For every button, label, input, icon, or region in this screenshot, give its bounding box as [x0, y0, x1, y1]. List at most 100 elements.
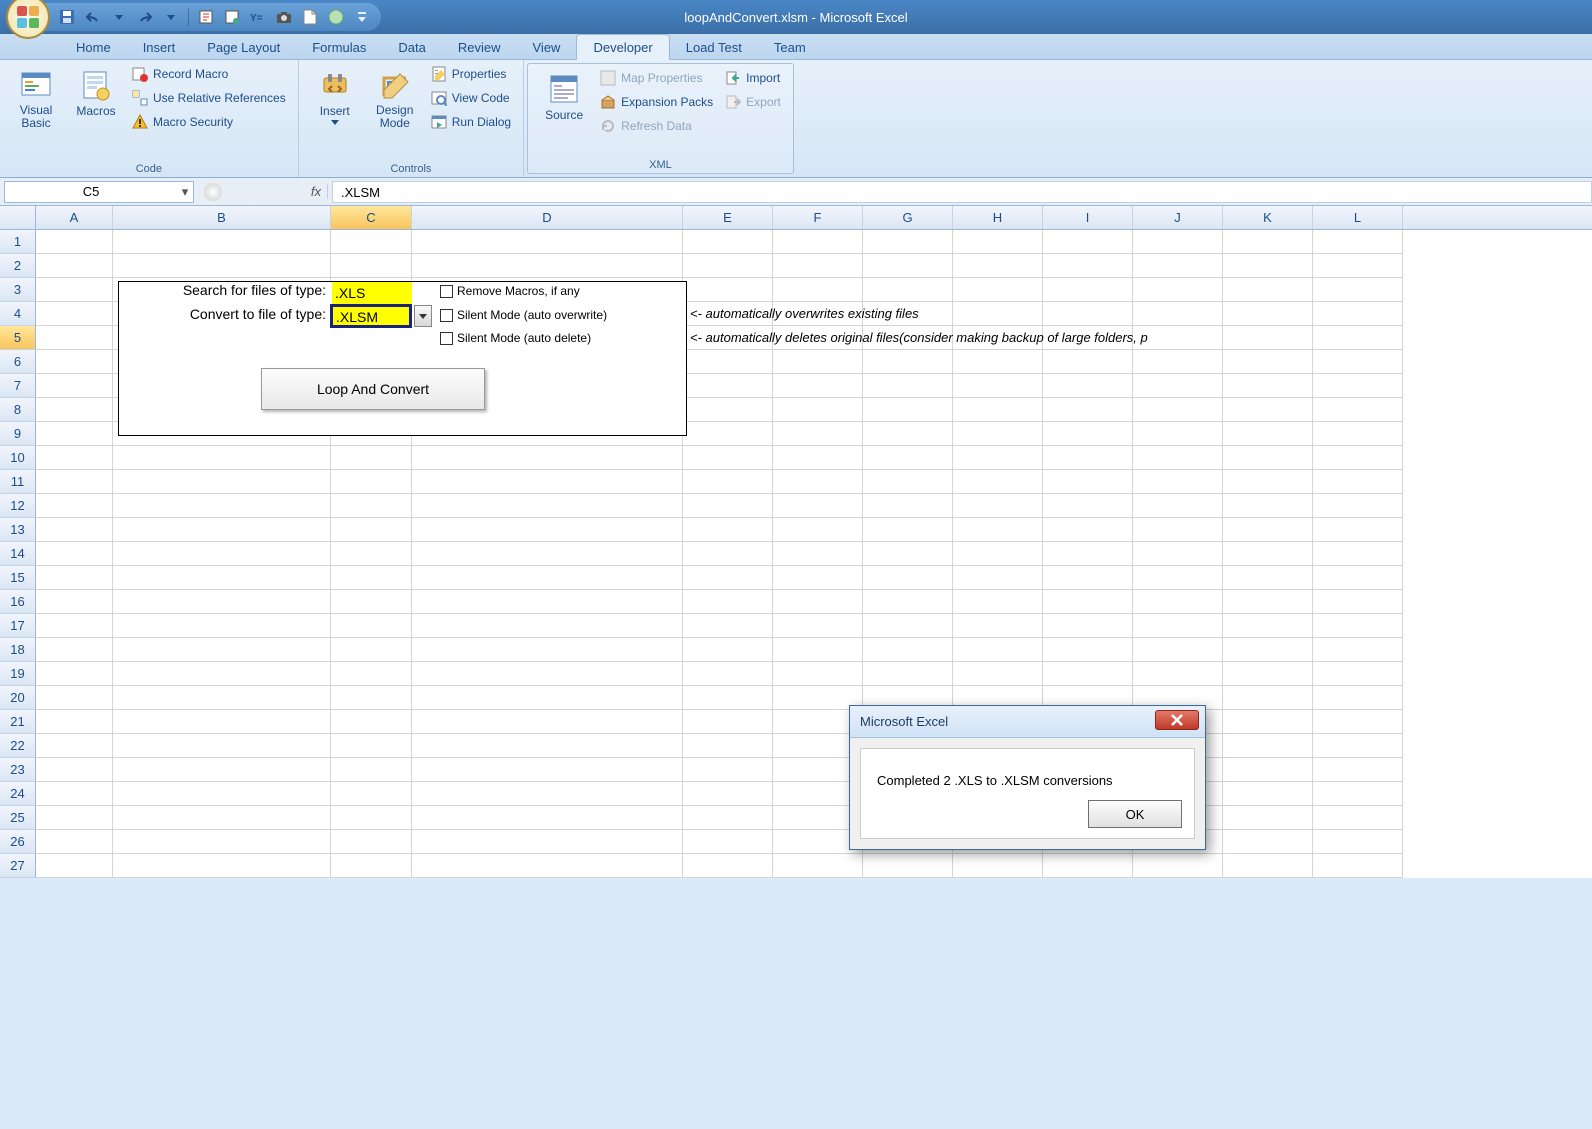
cell[interactable]: [1223, 230, 1313, 254]
cell[interactable]: [863, 230, 953, 254]
cell[interactable]: [1133, 590, 1223, 614]
cell[interactable]: [1223, 398, 1313, 422]
cell[interactable]: [36, 350, 113, 374]
cell[interactable]: [36, 302, 113, 326]
cell[interactable]: [36, 854, 113, 878]
cell[interactable]: [412, 566, 683, 590]
use-relative-references-button[interactable]: Use Relative References: [130, 88, 288, 108]
cell[interactable]: [683, 374, 773, 398]
cell[interactable]: [683, 734, 773, 758]
row-header-19[interactable]: 19: [0, 662, 36, 686]
cell[interactable]: [1043, 302, 1133, 326]
select-all-corner[interactable]: [0, 206, 36, 229]
col-header-d[interactable]: D: [412, 206, 683, 229]
cell[interactable]: [953, 230, 1043, 254]
cell[interactable]: [863, 446, 953, 470]
cell[interactable]: [953, 590, 1043, 614]
cell[interactable]: [683, 638, 773, 662]
cell[interactable]: [36, 326, 113, 350]
cell[interactable]: [1223, 662, 1313, 686]
cell[interactable]: [683, 278, 773, 302]
qat-camera-icon[interactable]: [275, 8, 293, 26]
cell[interactable]: [412, 782, 683, 806]
cell[interactable]: [863, 470, 953, 494]
cell[interactable]: [113, 446, 331, 470]
row-header-25[interactable]: 25: [0, 806, 36, 830]
cell[interactable]: [1313, 734, 1403, 758]
cell[interactable]: [412, 854, 683, 878]
cell[interactable]: [331, 542, 412, 566]
cell[interactable]: [1043, 518, 1133, 542]
col-header-l[interactable]: L: [1313, 206, 1403, 229]
cell[interactable]: [953, 422, 1043, 446]
message-box-titlebar[interactable]: Microsoft Excel: [850, 706, 1205, 738]
row-header-7[interactable]: 7: [0, 374, 36, 398]
cell[interactable]: [412, 638, 683, 662]
cell[interactable]: [331, 758, 412, 782]
cell[interactable]: [953, 854, 1043, 878]
cell[interactable]: [331, 230, 412, 254]
cell[interactable]: [113, 806, 331, 830]
cell[interactable]: [863, 254, 953, 278]
cell[interactable]: [1133, 638, 1223, 662]
convert-type-dropdown-button[interactable]: [414, 305, 432, 327]
cell[interactable]: [683, 518, 773, 542]
cell[interactable]: [1043, 566, 1133, 590]
cell[interactable]: [412, 446, 683, 470]
tab-insert[interactable]: Insert: [127, 35, 192, 59]
cell[interactable]: [113, 518, 331, 542]
cell[interactable]: [1223, 542, 1313, 566]
cell[interactable]: [1313, 806, 1403, 830]
cell[interactable]: [113, 662, 331, 686]
cell[interactable]: [1043, 542, 1133, 566]
cell[interactable]: [1133, 542, 1223, 566]
cell[interactable]: [1313, 542, 1403, 566]
cell[interactable]: [36, 686, 113, 710]
cell[interactable]: [1043, 494, 1133, 518]
row-header-6[interactable]: 6: [0, 350, 36, 374]
cell[interactable]: [1223, 566, 1313, 590]
cell[interactable]: [36, 542, 113, 566]
cell[interactable]: [773, 374, 863, 398]
row-header-2[interactable]: 2: [0, 254, 36, 278]
cell[interactable]: [36, 422, 113, 446]
col-header-b[interactable]: B: [113, 206, 331, 229]
qat-custom-3-icon[interactable]: Y=: [249, 8, 267, 26]
cell[interactable]: [863, 398, 953, 422]
cell[interactable]: [36, 566, 113, 590]
cell[interactable]: [1313, 758, 1403, 782]
redo-icon[interactable]: [136, 8, 154, 26]
cell[interactable]: [1133, 614, 1223, 638]
row-header-22[interactable]: 22: [0, 734, 36, 758]
cell[interactable]: [1223, 758, 1313, 782]
cell[interactable]: [1043, 278, 1133, 302]
cell[interactable]: [953, 494, 1043, 518]
checkbox-silent-overwrite[interactable]: Silent Mode (auto overwrite): [440, 308, 607, 327]
cell[interactable]: [773, 614, 863, 638]
cell[interactable]: [953, 254, 1043, 278]
cell[interactable]: [1313, 686, 1403, 710]
cell[interactable]: [773, 542, 863, 566]
cell[interactable]: [331, 638, 412, 662]
cell[interactable]: [1313, 638, 1403, 662]
cell[interactable]: [1223, 326, 1313, 350]
col-header-f[interactable]: F: [773, 206, 863, 229]
cell[interactable]: [36, 398, 113, 422]
cell[interactable]: [773, 398, 863, 422]
cell[interactable]: [36, 638, 113, 662]
cell[interactable]: [683, 830, 773, 854]
row-header-1[interactable]: 1: [0, 230, 36, 254]
cell[interactable]: [113, 590, 331, 614]
cell[interactable]: [1133, 350, 1223, 374]
cell[interactable]: [1313, 830, 1403, 854]
cell[interactable]: [863, 566, 953, 590]
cell[interactable]: [1223, 518, 1313, 542]
tab-review[interactable]: Review: [442, 35, 517, 59]
cell[interactable]: [1223, 374, 1313, 398]
cell[interactable]: [1313, 566, 1403, 590]
cell[interactable]: [1133, 662, 1223, 686]
cell[interactable]: [863, 614, 953, 638]
cell[interactable]: [1313, 446, 1403, 470]
cell[interactable]: [412, 590, 683, 614]
qat-custom-2-icon[interactable]: [223, 8, 241, 26]
